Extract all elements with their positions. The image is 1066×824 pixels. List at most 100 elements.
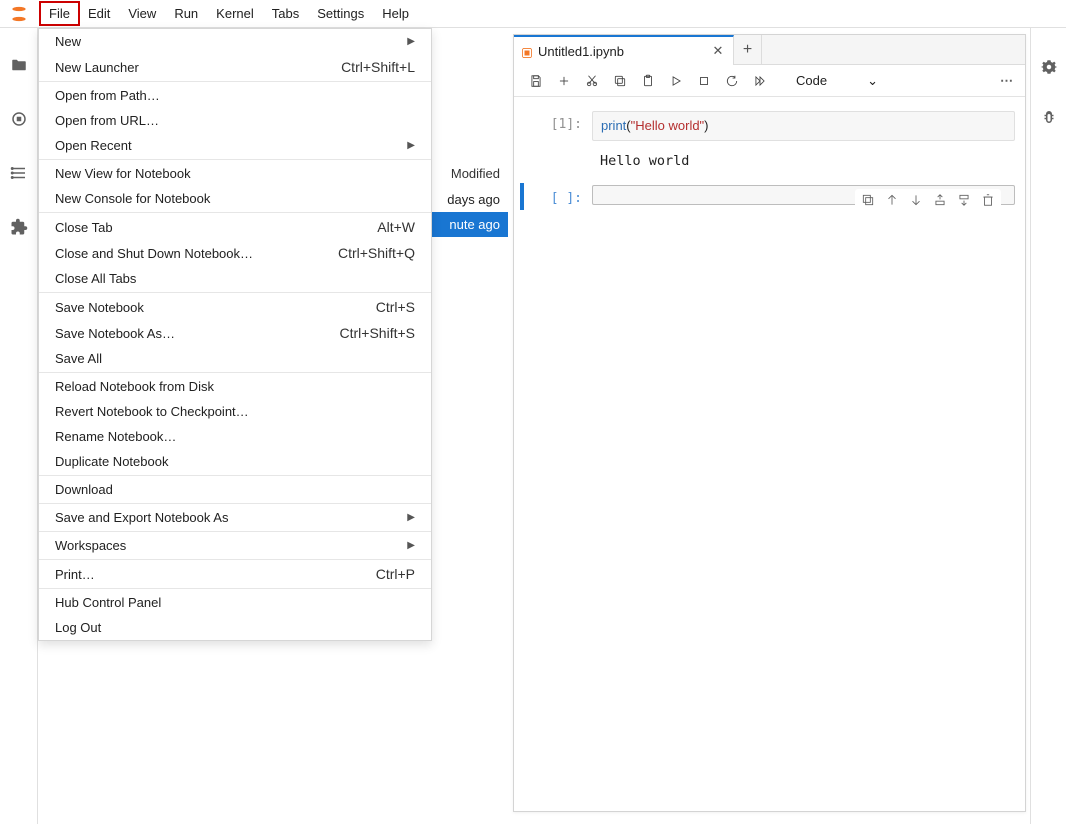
running-icon[interactable] xyxy=(10,110,28,128)
toc-icon[interactable] xyxy=(10,164,28,182)
jupyter-logo xyxy=(8,3,30,25)
menu-item-label: Duplicate Notebook xyxy=(55,454,168,469)
menu-item-shortcut: Ctrl+Shift+S xyxy=(340,325,415,341)
save-icon[interactable] xyxy=(524,69,548,93)
submenu-caret-icon: ▶ xyxy=(407,540,415,551)
close-icon[interactable]: ✕ xyxy=(711,43,725,59)
notebook-body[interactable]: [1]: print("Hello world") Hello world [ … xyxy=(514,97,1025,811)
menu-item-shortcut: Ctrl+P xyxy=(376,566,415,582)
file-menu-item[interactable]: Workspaces ▶ xyxy=(39,533,431,558)
menu-item-label: Open from URL… xyxy=(55,113,159,128)
run-icon[interactable] xyxy=(664,69,688,93)
file-menu-item[interactable]: Duplicate Notebook xyxy=(39,449,431,474)
notebook-icon xyxy=(522,46,532,56)
duplicate-cell-icon[interactable] xyxy=(861,193,875,210)
move-down-icon[interactable] xyxy=(909,193,923,210)
notebook-tab[interactable]: Untitled1.ipynb ✕ xyxy=(514,35,734,65)
stop-icon[interactable] xyxy=(692,69,716,93)
folder-icon[interactable] xyxy=(10,56,28,74)
file-menu-item[interactable]: New ▶ xyxy=(39,29,431,54)
file-menu-item[interactable]: Download xyxy=(39,477,431,502)
code-cell[interactable]: [1]: print("Hello world") xyxy=(514,109,1025,145)
cell-input[interactable]: print("Hello world") xyxy=(592,111,1015,141)
file-menu-item[interactable]: New Launcher Ctrl+Shift+L xyxy=(39,54,431,80)
menu-settings[interactable]: Settings xyxy=(308,2,373,25)
menu-item-label: Workspaces xyxy=(55,538,126,553)
file-menu-item[interactable]: Open Recent▶ xyxy=(39,133,431,158)
menu-item-label: Download xyxy=(55,482,113,497)
file-menu-item[interactable]: Log Out xyxy=(39,615,431,640)
menu-item-shortcut: Ctrl+Shift+Q xyxy=(338,245,415,261)
menu-item-shortcut: Ctrl+S xyxy=(376,299,415,315)
add-cell-icon[interactable] xyxy=(552,69,576,93)
file-menu-item[interactable]: Print… Ctrl+P xyxy=(39,561,431,587)
menu-item-label: New View for Notebook xyxy=(55,166,191,181)
menu-item-shortcut: Ctrl+Shift+L xyxy=(341,59,415,75)
cell-type-label: Code xyxy=(796,73,827,88)
menu-item-label: Print… xyxy=(55,567,95,582)
menu-help[interactable]: Help xyxy=(373,2,418,25)
file-menu-item[interactable]: New Console for Notebook xyxy=(39,186,431,211)
menu-item-label: New Launcher xyxy=(55,60,139,75)
file-menu-item[interactable]: Rename Notebook… xyxy=(39,424,431,449)
column-header-modified[interactable]: Modified xyxy=(432,160,508,187)
debug-icon[interactable] xyxy=(1040,108,1058,126)
file-menu-item[interactable]: Save All xyxy=(39,346,431,371)
menu-view[interactable]: View xyxy=(119,2,165,25)
file-menu-item[interactable]: Hub Control Panel xyxy=(39,590,431,615)
insert-below-icon[interactable] xyxy=(957,193,971,210)
file-menu-item[interactable]: Save Notebook As… Ctrl+Shift+S xyxy=(39,320,431,346)
menu-file[interactable]: File xyxy=(40,2,79,25)
run-all-icon[interactable] xyxy=(748,69,772,93)
menu-item-label: Close Tab xyxy=(55,220,113,235)
insert-above-icon[interactable] xyxy=(933,193,947,210)
menu-item-label: Save All xyxy=(55,351,102,366)
activity-bar xyxy=(0,28,38,824)
notebook-panel: Untitled1.ipynb ✕ + Code ⌄ ⋯ [1]: print(… xyxy=(513,34,1026,812)
menu-item-label: Revert Notebook to Checkpoint… xyxy=(55,404,249,419)
file-menu-item[interactable]: Close and Shut Down Notebook… Ctrl+Shift+… xyxy=(39,240,431,266)
file-menu-item[interactable]: Close All Tabs xyxy=(39,266,431,291)
tab-title: Untitled1.ipynb xyxy=(538,44,705,59)
file-menu-item[interactable]: Reload Notebook from Disk xyxy=(39,374,431,399)
menubar: File Edit View Run Kernel Tabs Settings … xyxy=(0,0,1066,28)
move-up-icon[interactable] xyxy=(885,193,899,210)
submenu-caret-icon: ▶ xyxy=(407,512,415,523)
extensions-icon[interactable] xyxy=(10,218,28,236)
cell-type-select[interactable]: Code ⌄ xyxy=(796,73,878,89)
file-menu-item[interactable]: Revert Notebook to Checkpoint… xyxy=(39,399,431,424)
file-menu-item[interactable]: Save and Export Notebook As▶ xyxy=(39,505,431,530)
code-cell[interactable]: [ ]: xyxy=(514,183,1025,210)
file-menu-item[interactable]: Open from Path… xyxy=(39,83,431,108)
copy-icon[interactable] xyxy=(608,69,632,93)
delete-cell-icon[interactable] xyxy=(981,193,995,210)
file-menu-item[interactable]: Close Tab Alt+W xyxy=(39,214,431,240)
paste-icon[interactable] xyxy=(636,69,660,93)
menu-item-label: Close All Tabs xyxy=(55,271,136,286)
menu-tabs[interactable]: Tabs xyxy=(263,2,308,25)
file-menu-item[interactable]: Save NotebookCtrl+S xyxy=(39,294,431,320)
menu-item-label: Close and Shut Down Notebook… xyxy=(55,246,253,261)
restart-icon[interactable] xyxy=(720,69,744,93)
menu-item-label: New xyxy=(55,34,81,49)
cell-output-row: Hello world xyxy=(514,145,1025,173)
menu-item-label: Hub Control Panel xyxy=(55,595,161,610)
menu-item-label: Open Recent xyxy=(55,138,132,153)
settings-gear-icon[interactable] xyxy=(1040,58,1058,76)
menu-item-label: Save Notebook As… xyxy=(55,326,175,341)
menu-item-shortcut: Alt+W xyxy=(377,219,415,235)
tab-bar: Untitled1.ipynb ✕ + xyxy=(514,35,1025,65)
menu-item-label: Rename Notebook… xyxy=(55,429,176,444)
menu-item-label: Reload Notebook from Disk xyxy=(55,379,214,394)
more-icon[interactable]: ⋯ xyxy=(1000,73,1015,89)
submenu-caret-icon: ▶ xyxy=(407,36,415,47)
cut-icon[interactable] xyxy=(580,69,604,93)
menu-kernel[interactable]: Kernel xyxy=(207,2,263,25)
file-menu-item[interactable]: Open from URL… xyxy=(39,108,431,133)
file-row[interactable]: nute ago xyxy=(432,212,508,237)
file-row[interactable]: days ago xyxy=(432,187,508,212)
menu-run[interactable]: Run xyxy=(165,2,207,25)
add-tab-button[interactable]: + xyxy=(734,35,762,64)
menu-edit[interactable]: Edit xyxy=(79,2,119,25)
file-menu-item[interactable]: New View for Notebook xyxy=(39,161,431,186)
